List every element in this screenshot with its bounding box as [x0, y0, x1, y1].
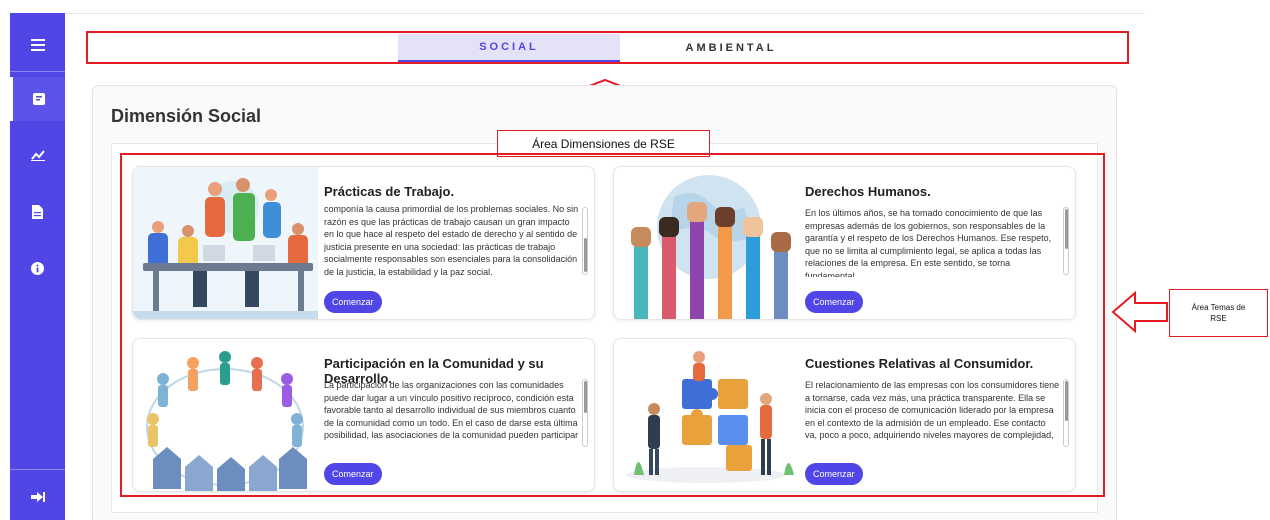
info-icon	[31, 261, 44, 275]
sidebar	[10, 13, 65, 520]
section-title: Dimensión Social	[111, 106, 262, 126]
menu-icon	[30, 39, 45, 51]
sidebar-divider	[10, 71, 65, 72]
card-description: El relacionamiento de las empresas con l…	[805, 380, 1060, 441]
topic-card-comunidad: Participación en la Comunidad y su Desar…	[132, 338, 595, 492]
card-description: componía la causa primordial de los prob…	[324, 204, 579, 277]
topic-card-practicas: Prácticas de Trabajo. componía la causa …	[132, 166, 595, 320]
card-image-practicas	[133, 167, 318, 319]
document-icon	[32, 205, 43, 219]
sidebar-item-rse[interactable]	[10, 77, 65, 121]
chart-icon	[30, 150, 45, 161]
card-image-derechos	[614, 167, 799, 319]
top-divider	[65, 13, 1145, 14]
card-image-consumidor	[614, 339, 799, 491]
card-description: La participación de las organizaciones c…	[324, 380, 579, 441]
sidebar-item-stats[interactable]	[10, 133, 65, 177]
card-image-comunidad	[133, 339, 318, 491]
card-scrollbar[interactable]	[582, 379, 588, 447]
sidebar-item-info[interactable]	[10, 246, 65, 290]
card-scrollbar[interactable]	[582, 207, 588, 275]
card-title: Cuestiones Relativas al Consumidor.	[805, 356, 1034, 371]
start-button-consumidor[interactable]: Comenzar	[805, 463, 863, 485]
start-button-comunidad[interactable]: Comenzar	[324, 463, 382, 485]
annotation-box-dimensions	[86, 31, 1129, 64]
arrow-left-annotation-icon	[1111, 291, 1168, 333]
card-description: En los últimos años, se ha tomado conoci…	[805, 208, 1052, 277]
card-scrollbar[interactable]	[1063, 379, 1069, 447]
topic-card-consumidor: Cuestiones Relativas al Consumidor. El r…	[613, 338, 1076, 492]
sidebar-item-reports[interactable]	[10, 190, 65, 234]
page: SOCIAL AMBIENTAL Dimensión Social Área D…	[0, 0, 1270, 520]
logout-icon	[30, 492, 45, 502]
logout-button[interactable]	[10, 475, 65, 519]
start-button-derechos[interactable]: Comenzar	[805, 291, 863, 313]
card-title: Prácticas de Trabajo.	[324, 184, 455, 199]
sidebar-divider	[10, 469, 65, 470]
start-button-practicas[interactable]: Comenzar	[324, 291, 382, 313]
card-title: Derechos Humanos.	[805, 184, 931, 199]
topic-card-derechos: Derechos Humanos. En los últimos años, s…	[613, 166, 1076, 320]
callout-temas: Área Temas de RSE	[1169, 289, 1268, 337]
card-scrollbar[interactable]	[1063, 207, 1069, 275]
menu-button[interactable]	[10, 23, 65, 67]
clipboard-icon	[33, 93, 45, 105]
